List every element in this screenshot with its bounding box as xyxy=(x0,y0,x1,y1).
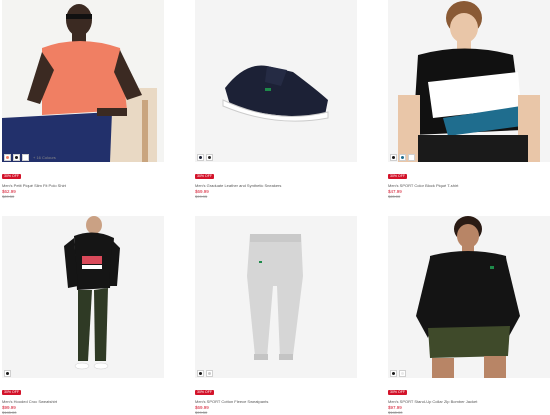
product-name[interactable]: Men's SPORT Cotton Fleece Sweatpants xyxy=(195,399,357,404)
navy-sneaker-image xyxy=(195,0,357,162)
swatch[interactable] xyxy=(4,153,11,161)
discount-badge: 30% OFF xyxy=(195,390,214,395)
original-price: $99.50 xyxy=(195,410,208,415)
product-name[interactable]: Men's Petit Piqué Slim Fit Polo Shirt xyxy=(2,183,164,188)
product-meta: 30% OFF Men's SPORT Color Block Piqué T-… xyxy=(388,164,550,199)
color-swatches xyxy=(390,369,406,377)
discount-badge: 30% OFF xyxy=(2,390,21,395)
product-name[interactable]: Men's Graduate Leather and Synthetic Sne… xyxy=(195,183,357,188)
product-meta: 30% OFF Men's SPORT Cotton Fleece Sweatp… xyxy=(195,380,357,415)
discount-badge: 30% OFF xyxy=(388,174,407,179)
color-swatches xyxy=(197,369,213,377)
product-image[interactable] xyxy=(388,216,550,378)
product-meta: 30% OFF Men's Hooded Croc Sweatshirt $99… xyxy=(2,380,164,415)
color-swatches: + 16 Colours xyxy=(4,153,56,161)
discount-badge: 30% OFF xyxy=(2,174,21,179)
swatch[interactable] xyxy=(4,369,11,377)
swatch[interactable] xyxy=(408,153,415,161)
color-swatches xyxy=(197,153,213,161)
product-name[interactable]: Men's Hooded Croc Sweatshirt xyxy=(2,399,164,404)
swatch[interactable] xyxy=(206,369,213,377)
original-price: $89.50 xyxy=(2,194,15,199)
man-black-hoodie-image xyxy=(2,216,164,378)
grey-sweatpants-image xyxy=(195,216,357,378)
swatch[interactable] xyxy=(206,153,213,161)
discount-badge: 30% OFF xyxy=(195,174,214,179)
swatch[interactable] xyxy=(399,369,406,377)
swatch[interactable] xyxy=(197,153,204,161)
man-black-jacket-image xyxy=(388,216,550,378)
swatch[interactable] xyxy=(13,153,20,161)
swatch[interactable] xyxy=(390,153,397,161)
swatch[interactable] xyxy=(390,369,397,377)
swatch[interactable] xyxy=(399,153,406,161)
color-count: + 16 Colours xyxy=(33,154,56,160)
product-meta: 30% OFF Men's Petit Piqué Slim Fit Polo … xyxy=(2,164,164,199)
discount-badge: 30% OFF xyxy=(388,390,407,395)
color-swatches xyxy=(390,153,415,161)
original-price: $140.00 xyxy=(388,410,403,415)
product-meta: 30% OFF Men's Graduate Leather and Synth… xyxy=(195,164,357,199)
swatch[interactable] xyxy=(197,369,204,377)
product-name[interactable]: Men's SPORT Stand-Up Collar Zip Bomber J… xyxy=(388,399,550,404)
color-swatches xyxy=(4,369,11,377)
product-image[interactable] xyxy=(195,0,357,162)
man-coral-polo-image xyxy=(2,0,164,162)
swatch[interactable] xyxy=(22,153,29,161)
original-price: $99.95 xyxy=(195,194,208,199)
product-image[interactable] xyxy=(2,0,164,162)
man-colorblock-tee-image xyxy=(388,0,550,162)
product-name[interactable]: Men's SPORT Color Block Piqué T-shirt xyxy=(388,183,550,188)
product-meta: 30% OFF Men's SPORT Stand-Up Collar Zip … xyxy=(388,380,550,415)
original-price: $145.00 xyxy=(2,410,17,415)
product-image[interactable] xyxy=(195,216,357,378)
product-image[interactable] xyxy=(2,216,164,378)
original-price: $65.00 xyxy=(388,194,401,199)
product-image[interactable] xyxy=(388,0,550,162)
